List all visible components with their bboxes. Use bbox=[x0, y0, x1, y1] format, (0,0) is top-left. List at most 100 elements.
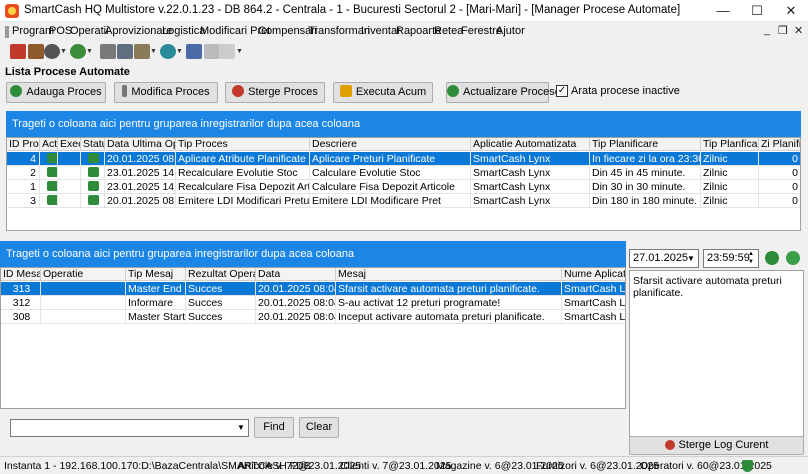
cell-planzi: Zilnic bbox=[701, 180, 759, 194]
chevron-down-icon[interactable]: ▼ bbox=[234, 420, 248, 436]
app-icon bbox=[5, 4, 19, 18]
show-inactive-checkbox[interactable]: ✓ bbox=[556, 85, 568, 97]
cart-icon[interactable] bbox=[10, 44, 26, 59]
dropdown-arrow-icon[interactable]: ▼ bbox=[150, 48, 157, 55]
users-icon[interactable] bbox=[70, 44, 86, 59]
time-filter-spinner[interactable]: 23:59:59 ▲ ▼ bbox=[703, 249, 759, 268]
date-filter-dropdown[interactable]: 27.01.2025 ▼ bbox=[629, 249, 699, 268]
add-process-button[interactable]: Adauga Proces bbox=[6, 82, 106, 103]
col-header[interactable]: Data bbox=[256, 268, 336, 281]
cell-active bbox=[40, 180, 58, 194]
search-combo[interactable]: ▼ bbox=[10, 419, 249, 437]
col-header[interactable]: Status bbox=[81, 138, 105, 151]
window-title: SmartCash HQ Multistore v.22.0.1.23 - DB… bbox=[24, 4, 681, 16]
globe-icon[interactable] bbox=[160, 44, 176, 59]
dropdown-arrow-icon[interactable]: ▼ bbox=[236, 48, 243, 55]
chevron-down-icon[interactable]: ▼ bbox=[684, 250, 698, 267]
col-header[interactable]: Operatie bbox=[41, 268, 126, 281]
mdi-restore-button[interactable]: ❐ bbox=[778, 24, 788, 37]
document-icon[interactable] bbox=[100, 44, 116, 59]
menu-logistica[interactable]: Logistica bbox=[162, 25, 205, 37]
clear-button[interactable]: Clear bbox=[299, 417, 339, 438]
cell-date: 20.01.2025 08:04:59 bbox=[256, 282, 336, 296]
col-header[interactable]: Nume Aplicatie bbox=[562, 268, 625, 281]
pencil-icon bbox=[122, 85, 128, 97]
user-icon[interactable] bbox=[44, 44, 60, 59]
col-header[interactable]: Tip Mesaj bbox=[126, 268, 186, 281]
dropdown-arrow-icon[interactable]: ▼ bbox=[86, 48, 93, 55]
menu-pos[interactable]: POS bbox=[49, 25, 72, 37]
col-header[interactable]: Rezultat Operatie bbox=[186, 268, 256, 281]
col-header[interactable]: Executie bbox=[58, 138, 81, 151]
process-row[interactable]: 1 23.01.2025 14:32Recalculare Fisa Depozi… bbox=[7, 180, 800, 194]
menu-inventar[interactable]: Inventar bbox=[361, 25, 401, 37]
menu-operatii[interactable]: Operatii bbox=[70, 25, 109, 37]
menu-ajutor[interactable]: Ajutor bbox=[496, 25, 525, 37]
cell-app: SmartCash Lynx bbox=[562, 296, 625, 310]
cell-app: SmartCash Lynx bbox=[471, 152, 590, 166]
col-header[interactable]: Data Ultima Operatie bbox=[105, 138, 176, 151]
minimize-button[interactable]: — bbox=[706, 0, 740, 22]
archive-icon[interactable] bbox=[134, 44, 150, 59]
cell-desc: Calculare Fisa Depozit Articole bbox=[310, 180, 471, 194]
log-grid-header: ID Mesaj Operatie Tip Mesaj Rezultat Ope… bbox=[1, 268, 625, 281]
status-clienti: Clienti v. 7@23.01.2025 bbox=[340, 460, 452, 472]
mdi-close-button[interactable]: ✕ bbox=[794, 24, 803, 37]
truck-icon[interactable] bbox=[28, 44, 44, 59]
delete-icon bbox=[664, 440, 675, 450]
spin-arrows-icon[interactable]: ▲ ▼ bbox=[744, 250, 758, 267]
maximize-button[interactable]: ☐ bbox=[740, 0, 774, 22]
col-header[interactable]: Aplicatie Automatizata bbox=[471, 138, 590, 151]
refresh-processes-button[interactable]: Actualizare Procese bbox=[446, 82, 561, 103]
process-grid[interactable]: ID Proces Activ Executie Status Data Ult… bbox=[6, 137, 801, 231]
cell-date: 20.01.2025 08:04:59 bbox=[256, 296, 336, 310]
col-header[interactable]: Descriere bbox=[310, 138, 471, 151]
log-grid[interactable]: ID Mesaj Operatie Tip Mesaj Rezultat Ope… bbox=[0, 267, 626, 409]
run-now-button[interactable]: Executa Acum bbox=[333, 82, 433, 103]
process-group-bar[interactable]: Trageti o coloana aici pentru gruparea i… bbox=[6, 111, 801, 137]
log-row[interactable]: 308 Master StartSucces20.01.2025 08:04:58… bbox=[1, 310, 625, 324]
cell-id: 308 bbox=[1, 310, 41, 324]
cell-zi: 0 bbox=[759, 194, 800, 208]
process-row[interactable]: 4 20.01.2025 08:04Aplicare Atribute Plani… bbox=[7, 152, 800, 166]
log-group-bar[interactable]: Trageti o coloana aici pentru gruparea i… bbox=[0, 241, 626, 267]
col-header[interactable]: ID Proces bbox=[7, 138, 40, 151]
refresh-all-icon[interactable] bbox=[786, 251, 800, 265]
edit-icon[interactable] bbox=[186, 44, 202, 59]
dropdown-arrow-icon[interactable]: ▼ bbox=[60, 48, 67, 55]
col-header[interactable]: Tip Planficare Zi bbox=[701, 138, 759, 151]
col-header[interactable]: Activ bbox=[40, 138, 58, 151]
col-header[interactable]: Zi Planificare bbox=[759, 138, 800, 151]
clipboard-icon[interactable] bbox=[117, 44, 133, 59]
col-header[interactable]: Tip Proces bbox=[176, 138, 310, 151]
page-icon[interactable] bbox=[204, 44, 220, 59]
col-header[interactable]: Mesaj bbox=[336, 268, 562, 281]
cell-active bbox=[40, 194, 58, 208]
toolbar: ▼ ▼ ▼ ▼ ▼ bbox=[0, 41, 808, 63]
page-icon[interactable] bbox=[219, 44, 235, 59]
log-row[interactable]: 312 InformareSucces20.01.2025 08:04:59S-a… bbox=[1, 296, 625, 310]
process-row[interactable]: 3 20.01.2025 08:04Emitere LDI Modificari … bbox=[7, 194, 800, 208]
status-icon bbox=[88, 181, 99, 191]
cell-id: 313 bbox=[1, 282, 41, 296]
cell-execution bbox=[58, 180, 81, 194]
refresh-log-icon[interactable] bbox=[765, 251, 779, 265]
dropdown-arrow-icon[interactable]: ▼ bbox=[176, 48, 183, 55]
close-button[interactable]: ✕ bbox=[774, 0, 808, 22]
mdi-minimize-button[interactable]: _ bbox=[764, 24, 770, 36]
menu-retea[interactable]: Retea bbox=[434, 25, 463, 37]
show-inactive-label: Arata procese inactive bbox=[571, 85, 680, 97]
cell-status bbox=[81, 194, 105, 208]
col-header[interactable]: Tip Planificare bbox=[590, 138, 701, 151]
cell-op bbox=[41, 282, 126, 296]
clear-log-button[interactable]: Sterge Log Curent bbox=[629, 436, 804, 455]
cell-active bbox=[40, 166, 58, 180]
cell-msg: Sfarsit activare automata preturi planif… bbox=[336, 282, 562, 296]
process-row[interactable]: 2 23.01.2025 14:47Recalculare Evolutie St… bbox=[7, 166, 800, 180]
log-row[interactable]: 313 Master EndSucces20.01.2025 08:04:59Sf… bbox=[1, 282, 625, 296]
edit-process-button[interactable]: Modifica Proces bbox=[114, 82, 218, 103]
find-button[interactable]: Find bbox=[254, 417, 294, 438]
delete-process-button[interactable]: Sterge Proces bbox=[225, 82, 325, 103]
col-header[interactable]: ID Mesaj bbox=[1, 268, 41, 281]
menu-program[interactable]: Program bbox=[12, 25, 54, 37]
